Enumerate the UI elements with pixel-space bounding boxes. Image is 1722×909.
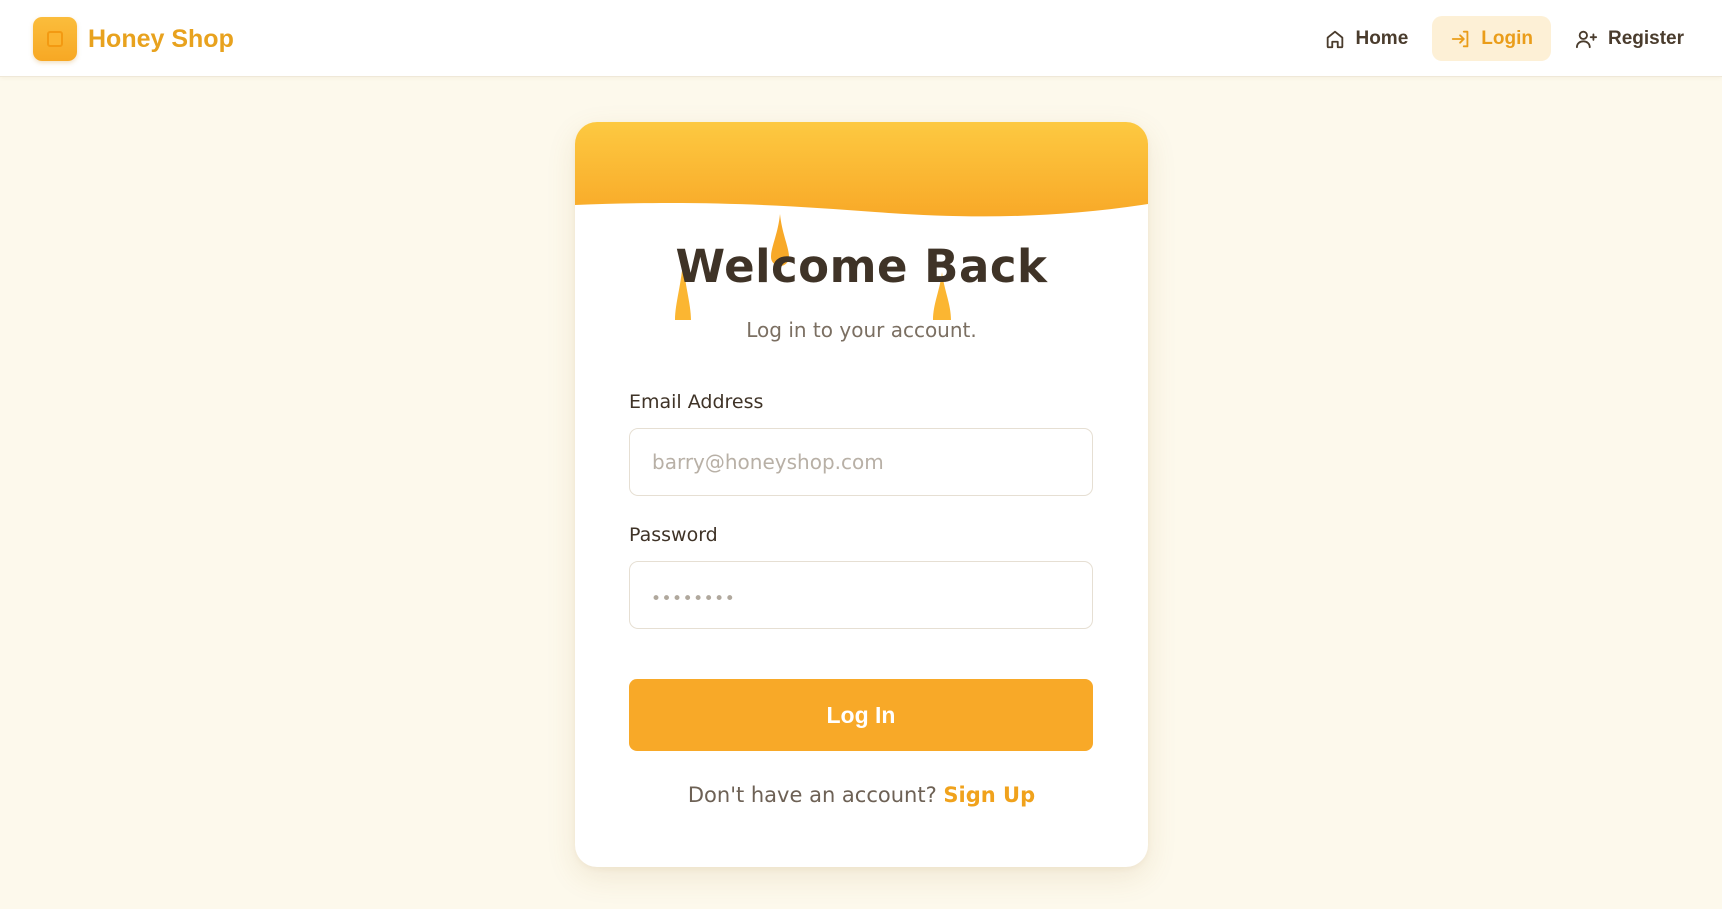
home-icon	[1327, 30, 1344, 48]
nav-register-link[interactable]: Register	[1557, 16, 1702, 61]
nav-login-label: Login	[1481, 27, 1533, 49]
nav-login-link[interactable]: Login	[1432, 16, 1551, 61]
honey-logo-icon	[33, 17, 77, 61]
main-nav: Home Login Register	[1306, 16, 1702, 61]
email-label: Email Address	[629, 391, 764, 413]
page-subtitle: Log in to your account.	[746, 318, 977, 342]
password-field[interactable]	[629, 561, 1093, 629]
login-icon	[1452, 30, 1469, 47]
top-navbar: Honey Shop Home Login Register	[0, 0, 1722, 77]
login-card: Welcome Back Log in to your account. Ema…	[575, 122, 1148, 867]
email-field[interactable]	[629, 428, 1093, 496]
signup-prompt-row: Don't have an account? Sign Up	[575, 783, 1148, 807]
nav-home-label: Home	[1355, 27, 1409, 49]
user-plus-icon	[1575, 30, 1598, 48]
page-title: Welcome Back	[675, 240, 1048, 293]
honey-wave-header	[575, 122, 1148, 217]
signup-prompt-text: Don't have an account?	[687, 783, 937, 807]
nav-home-link[interactable]: Home	[1306, 16, 1426, 61]
password-label: Password	[629, 524, 718, 546]
login-button[interactable]: Log In	[629, 679, 1093, 751]
signup-link[interactable]: Sign Up	[943, 783, 1035, 807]
brand[interactable]: Honey Shop	[33, 17, 234, 61]
nav-register-label: Register	[1607, 27, 1684, 49]
brand-name: Honey Shop	[88, 24, 234, 53]
